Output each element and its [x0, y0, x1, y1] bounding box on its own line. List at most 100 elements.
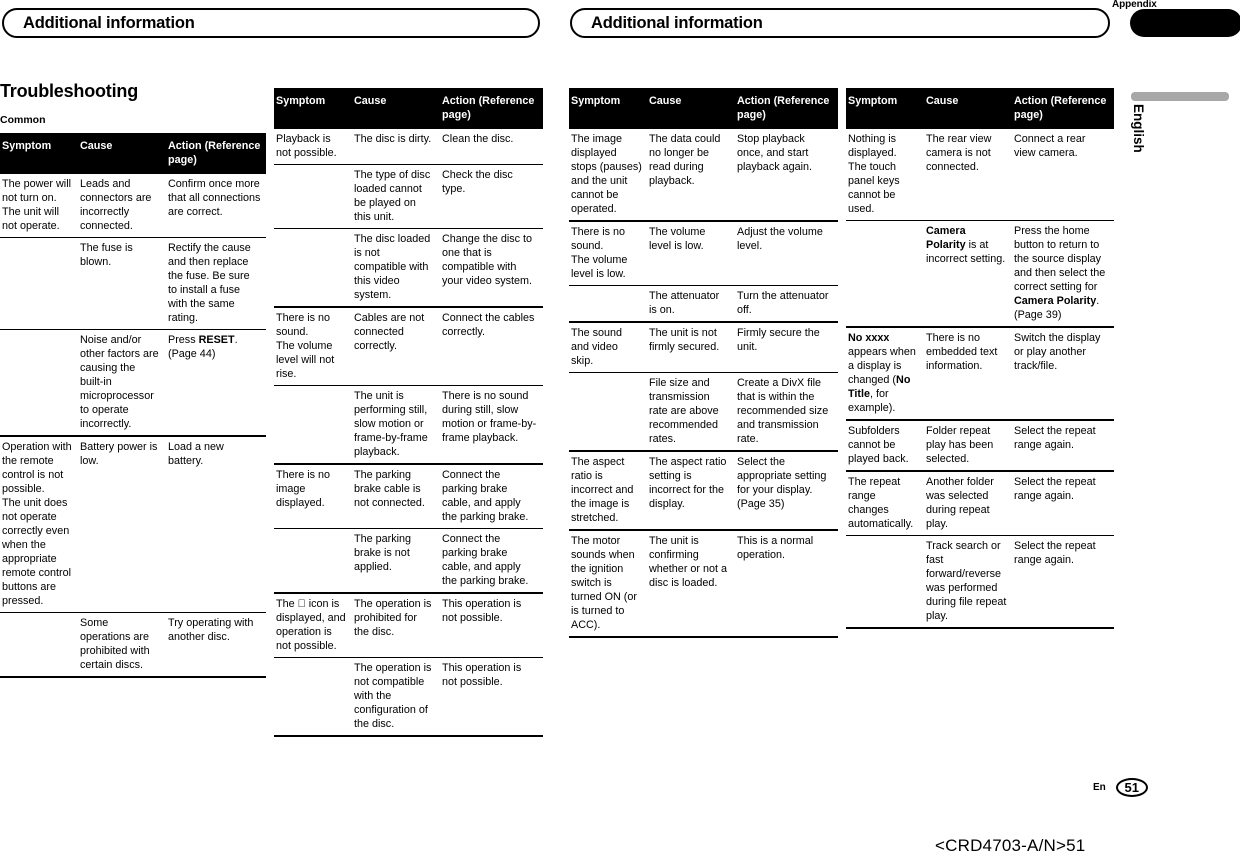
cell-symptom: The motor sounds when the ignition switc…: [569, 529, 647, 637]
table-row: Noise and/or other factors are causing t…: [0, 329, 266, 436]
cell-symptom: [0, 612, 78, 677]
cell-action: Try operating with another disc.: [166, 612, 266, 677]
table-header-row: Symptom Cause Action (Reference page): [569, 88, 838, 129]
column-header-action: Action (Reference page): [440, 88, 543, 129]
cell-action: Switch the display or play another track…: [1012, 326, 1114, 420]
cell-symptom: There is no sound. The volume level will …: [274, 306, 352, 386]
cell-symptom: There is no image displayed.: [274, 463, 352, 529]
cell-action: Adjust the volume level.: [735, 220, 838, 286]
table-row: The power will not turn on. The unit will…: [0, 174, 266, 238]
table-row: The repeat range changes automatically. A…: [846, 470, 1114, 536]
table-row: Operation with the remote control is not…: [0, 435, 266, 613]
cell-action: Stop playback once, and start playback a…: [737, 133, 813, 173]
troubleshooting-table-common: Symptom Cause Action (Reference page) Th…: [0, 133, 266, 679]
cell-action: This operation is not possible.: [440, 657, 543, 736]
cell-cause: The type of disc loaded cannot be played…: [352, 164, 440, 229]
cell-symptom: No xxxx appears when a display is change…: [846, 326, 924, 420]
cell-cause: The data could no longer be read during …: [649, 133, 721, 187]
cell-action: Clean the disc.: [442, 133, 514, 145]
table-row: Track search or fast forward/reverse was…: [846, 535, 1114, 628]
cell-symptom: The ⃠ icon is displayed, and operation i…: [274, 592, 352, 658]
document-code: <CRD4703-A/N>51: [935, 836, 1086, 855]
table-row: Camera Polarity is at incorrect setting.…: [846, 220, 1114, 327]
cell-action: Turn the attenuator off.: [735, 285, 838, 322]
column-header-symptom: Symptom: [274, 88, 352, 129]
cell-symptom: The power will not turn on. The unit will…: [2, 178, 72, 232]
cell-cause: The parking brake is not applied.: [352, 528, 440, 593]
cell-symptom: [0, 237, 78, 330]
cell-symptom: The aspect ratio is incorrect and the im…: [569, 450, 647, 530]
cell-cause: The parking brake cable is not connected…: [352, 463, 440, 529]
cell-symptom: [274, 228, 352, 307]
table-body: The power will not turn on. The unit will…: [0, 174, 266, 679]
table-row: The motor sounds when the ignition switc…: [569, 529, 838, 637]
column-header-cause: Cause: [924, 88, 1012, 129]
cell-symptom: The repeat range changes automatically.: [846, 470, 924, 536]
cell-action: Confirm once more that all connections a…: [168, 178, 261, 218]
black-pill-decoration: [1130, 9, 1240, 37]
table-row: There is no sound. The volume level will …: [274, 306, 543, 386]
cell-cause: The disc is dirty.: [354, 133, 432, 145]
appendix-label: Appendix: [1112, 0, 1157, 10]
language-tab-bar: [1131, 92, 1229, 101]
cell-action: Connect the parking brake cable, and app…: [440, 528, 543, 593]
column-header-action: Action (Reference page): [166, 133, 266, 174]
cell-cause: The disc loaded is not compatible with t…: [352, 228, 440, 307]
cell-action: Firmly secure the unit.: [735, 321, 838, 373]
table-row: The sound and video skip. The unit is not…: [569, 321, 838, 373]
header-banner-left: Additional information: [2, 8, 540, 38]
page-number: 51: [1115, 778, 1148, 797]
column-header-symptom: Symptom: [846, 88, 924, 129]
table-bottom-rule: [0, 676, 266, 679]
table-row: No xxxx appears when a display is change…: [846, 326, 1114, 420]
cell-action: Load a new battery.: [166, 435, 266, 613]
cell-symptom: [846, 535, 924, 628]
troubleshooting-table-display-repeat: Symptom Cause Action (Reference page) No…: [846, 88, 1114, 630]
cell-cause: There is no embedded text information.: [924, 326, 1012, 420]
cell-cause: The fuse is blown.: [78, 237, 166, 330]
table-body: Playback is not possible. The disc is dir…: [274, 129, 543, 738]
cell-action: Change the disc to one that is compatibl…: [440, 228, 543, 307]
cell-cause: Track search or fast forward/reverse was…: [924, 535, 1012, 628]
page-footer: En 51: [1093, 778, 1148, 797]
cell-action: Check the disc type.: [440, 164, 543, 229]
cell-symptom: The image displayed stops (pauses) and t…: [571, 133, 642, 215]
cell-cause: Camera Polarity is at incorrect setting.: [924, 220, 1012, 327]
cell-cause: The volume level is low.: [647, 220, 735, 286]
column-header-symptom: Symptom: [569, 88, 647, 129]
language-tab-label: English: [1131, 104, 1146, 153]
table-header-row: Symptom Cause Action (Reference page): [274, 88, 543, 129]
cell-cause: Another folder was selected during repea…: [924, 470, 1012, 536]
table-row: Some operations are prohibited with cert…: [0, 612, 266, 677]
cell-action: Select the repeat range again.: [1012, 535, 1114, 628]
cell-action: Connect a rear view camera.: [1014, 133, 1086, 159]
header-banner-right: Additional information: [570, 8, 1110, 38]
cell-cause: The rear view camera is not connected.: [926, 133, 992, 173]
cell-symptom: There is no sound. The volume level is lo…: [569, 220, 647, 286]
troubleshooting-table-image-sound: Symptom Cause Action (Reference page) Th…: [569, 88, 838, 639]
cell-symptom: [274, 657, 352, 736]
column-header-action: Action (Reference page): [735, 88, 838, 129]
cell-symptom: Operation with the remote control is not…: [0, 435, 78, 613]
cell-action: Connect the parking brake cable, and app…: [440, 463, 543, 529]
troubleshooting-table-disc-playback: Symptom Cause Action (Reference page) Pl…: [274, 88, 543, 738]
column-header-cause: Cause: [352, 88, 440, 129]
cell-symptom: [0, 329, 78, 436]
cell-action: Create a DivX file that is within the re…: [735, 372, 838, 451]
table-row: Playback is not possible. The disc is dir…: [274, 129, 543, 165]
cell-symptom: [274, 164, 352, 229]
table-row: The unit is performing still, slow motio…: [274, 385, 543, 464]
cell-symptom: The sound and video skip.: [569, 321, 647, 373]
column-header-cause: Cause: [647, 88, 735, 129]
cell-cause: Folder repeat play has been selected.: [924, 419, 1012, 471]
cell-symptom: Subfolders cannot be played back.: [846, 419, 924, 471]
cell-cause: Noise and/or other factors are causing t…: [78, 329, 166, 436]
table-row: The image displayed stops (pauses) and t…: [569, 129, 838, 221]
table-row: Subfolders cannot be played back. Folder …: [846, 419, 1114, 471]
cell-action: This operation is not possible.: [440, 592, 543, 658]
cell-cause: The unit is performing still, slow motio…: [352, 385, 440, 464]
cell-action: Select the repeat range again.: [1012, 419, 1114, 471]
cell-cause: The aspect ratio setting is incorrect fo…: [647, 450, 735, 530]
page-title-right: Additional information: [591, 13, 763, 32]
cell-symptom: Nothing is displayed. The touch panel key…: [848, 133, 900, 215]
